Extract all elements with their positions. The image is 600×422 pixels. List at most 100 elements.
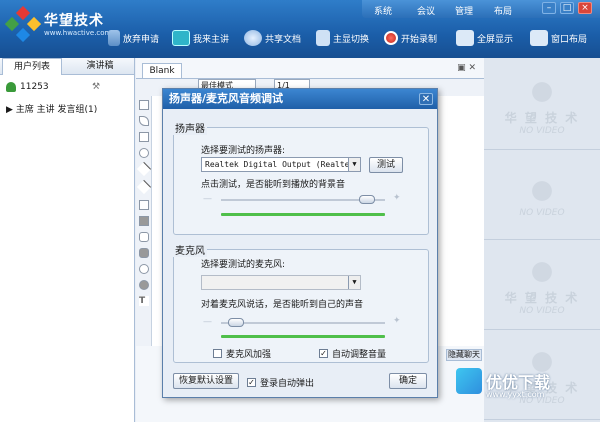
volume-minus-icon: — bbox=[203, 317, 212, 327]
left-panel: 用户列表 演讲稿 11253 ⚒ ▶ 主席 主讲 发言组(1) bbox=[0, 58, 135, 422]
volume-plus-icon: ✦ bbox=[393, 193, 401, 203]
toolbar-window-layout[interactable]: 窗口布局 bbox=[530, 28, 587, 48]
site-url: www.yyxt.com bbox=[486, 390, 545, 399]
menu-layout[interactable]: 布局 bbox=[494, 4, 512, 17]
speaker-volume-slider[interactable] bbox=[221, 195, 385, 204]
toolbar-label: 窗口布局 bbox=[551, 34, 588, 45]
speaker-select[interactable]: Realtek Digital Output (Realtek ▼ bbox=[201, 157, 361, 172]
ellipse-tool-icon[interactable] bbox=[139, 264, 149, 274]
mic-level-meter bbox=[221, 335, 385, 338]
mic-volume-slider[interactable] bbox=[221, 318, 385, 327]
toolbar-label: 共享文档 bbox=[265, 34, 302, 45]
dialog-close-button[interactable]: ✕ bbox=[419, 93, 433, 105]
dialog-title: 扬声器/麦克风音频调试 bbox=[163, 89, 437, 109]
hide-chat-button[interactable]: 隐藏聊天 bbox=[446, 349, 482, 361]
rounded-rect-tool-icon[interactable] bbox=[139, 232, 149, 242]
left-tabs: 用户列表 演讲稿 bbox=[0, 58, 134, 75]
mic-hint: 对着麦克风说话，是否能听到自己的声音 bbox=[201, 300, 364, 310]
checkbox-box[interactable] bbox=[213, 349, 222, 358]
menu-system[interactable]: 系统 bbox=[374, 4, 392, 17]
restore-defaults-button[interactable]: 恢复默认设置 bbox=[173, 373, 239, 389]
whiteboard-window-controls[interactable]: ▣ ✕ bbox=[457, 63, 476, 73]
checkbox-box[interactable]: ✓ bbox=[319, 349, 328, 358]
brand-url: www.hwactive.com bbox=[44, 29, 112, 37]
record-icon bbox=[384, 31, 398, 45]
tab-speech-notes[interactable]: 演讲稿 bbox=[72, 58, 128, 75]
video-logo-icon bbox=[525, 255, 559, 289]
volume-plus-icon: ✦ bbox=[393, 316, 401, 326]
whiteboard-icon bbox=[172, 30, 190, 46]
mic-select-label: 选择要测试的麦克风: bbox=[201, 260, 286, 270]
text-tool-icon[interactable]: T bbox=[139, 296, 149, 306]
auto-volume-checkbox[interactable]: ✓ 自动调整音量 bbox=[319, 347, 386, 360]
display-switch-icon bbox=[316, 30, 330, 46]
video-tile[interactable]: 华 望 技 术 NO VIDEO bbox=[484, 62, 600, 150]
filled-rounded-rect-tool-icon[interactable] bbox=[139, 248, 149, 258]
wrench-icon: ⚒ bbox=[92, 82, 101, 92]
speaker-selected-value: Realtek Digital Output (Realtek bbox=[205, 160, 355, 169]
video-logo-icon bbox=[525, 75, 559, 109]
mic-boost-checkbox[interactable]: 麦克风加强 bbox=[213, 347, 271, 360]
close-button[interactable]: × bbox=[578, 2, 592, 14]
maximize-button[interactable]: □ bbox=[560, 2, 574, 14]
site-logo-icon bbox=[456, 368, 482, 394]
site-watermark: 优优下载 www.yyxt.com bbox=[456, 368, 550, 399]
checkbox-label: 登录自动弹出 bbox=[260, 379, 315, 389]
video-tile[interactable]: NO VIDEO bbox=[484, 152, 600, 240]
toolbar-display-switch[interactable]: 主显切换 bbox=[316, 28, 369, 48]
speaker-hint: 点击测试，是否能听到播放的背景音 bbox=[201, 180, 346, 190]
eraser-tool-icon[interactable] bbox=[139, 132, 149, 142]
filled-rectangle-tool-icon[interactable] bbox=[139, 216, 149, 226]
no-video-label: NO VIDEO bbox=[519, 207, 565, 218]
menu-manage[interactable]: 管理 bbox=[455, 4, 473, 17]
toolbar-share-document[interactable]: 共享文档 bbox=[244, 28, 301, 48]
toolbar-i-present[interactable]: 我来主讲 bbox=[172, 28, 229, 48]
slider-track bbox=[221, 322, 385, 324]
line-tool-icon[interactable] bbox=[136, 161, 152, 177]
mic-select[interactable]: ▼ bbox=[201, 275, 361, 290]
rectangle-tool-icon[interactable] bbox=[139, 200, 149, 210]
checkbox-box[interactable]: ✓ bbox=[247, 378, 256, 387]
video-watermark: 华 望 技 术 bbox=[504, 291, 580, 305]
toolbar-cancel-request[interactable]: 放弃申请 bbox=[108, 28, 159, 48]
top-menu: 系统 会议 管理 布局 – □ × bbox=[362, 0, 600, 18]
slider-thumb[interactable] bbox=[228, 318, 245, 327]
select-tool-icon[interactable] bbox=[139, 100, 149, 110]
microphone-icon bbox=[108, 30, 120, 46]
toolbar-fullscreen[interactable]: 全屏显示 bbox=[456, 28, 513, 48]
toolbar-label: 开始录制 bbox=[401, 34, 438, 45]
no-video-label: NO VIDEO bbox=[519, 126, 565, 136]
no-video-label: NO VIDEO bbox=[519, 306, 565, 316]
speaker-group-title: 扬声器 bbox=[173, 120, 207, 135]
speaker-select-label: 选择要测试的扬声器: bbox=[201, 146, 286, 156]
audio-test-dialog: 扬声器/麦克风音频调试 ✕ 扬声器 选择要测试的扬声器: Realtek Dig… bbox=[162, 88, 438, 398]
checkbox-label: 麦克风加强 bbox=[226, 350, 272, 360]
minimize-button[interactable]: – bbox=[542, 2, 556, 14]
ok-button[interactable]: 确定 bbox=[389, 373, 427, 389]
toolbar-label: 全屏显示 bbox=[477, 34, 514, 45]
speaker-test-button[interactable]: 测试 bbox=[369, 157, 403, 173]
toolbar-label: 我来主讲 bbox=[193, 34, 230, 45]
fill-tool-icon[interactable] bbox=[139, 148, 149, 158]
drawing-tools: T bbox=[136, 96, 152, 346]
video-logo-icon bbox=[525, 173, 559, 208]
user-row[interactable]: 11253 ⚒ bbox=[6, 82, 100, 92]
menu-meeting[interactable]: 会议 bbox=[417, 4, 435, 17]
speaker-group[interactable]: ▶ 主席 主讲 发言组(1) bbox=[6, 102, 97, 115]
brand-name: 华望技术 bbox=[44, 13, 104, 29]
auto-popup-checkbox[interactable]: ✓ 登录自动弹出 bbox=[247, 376, 314, 389]
slider-thumb[interactable] bbox=[358, 195, 375, 204]
tab-user-list[interactable]: 用户列表 bbox=[2, 58, 62, 75]
user-id: 11253 bbox=[20, 82, 49, 92]
checkbox-label: 自动调整音量 bbox=[332, 350, 387, 360]
video-tile[interactable]: 华 望 技 术 NO VIDEO bbox=[484, 242, 600, 330]
share-document-icon bbox=[244, 30, 262, 46]
user-avatar-icon bbox=[6, 82, 16, 92]
toolbar-start-record[interactable]: 开始录制 bbox=[384, 28, 437, 48]
tab-blank[interactable]: Blank bbox=[142, 63, 182, 78]
title-toolbar: 华望技术 www.hwactive.com 系统 会议 管理 布局 – □ × … bbox=[0, 0, 600, 58]
chevron-down-icon: ▼ bbox=[348, 158, 360, 171]
filled-ellipse-tool-icon[interactable] bbox=[139, 280, 149, 290]
pencil-tool-icon[interactable] bbox=[139, 116, 149, 126]
arrow-tool-icon[interactable] bbox=[136, 179, 152, 195]
